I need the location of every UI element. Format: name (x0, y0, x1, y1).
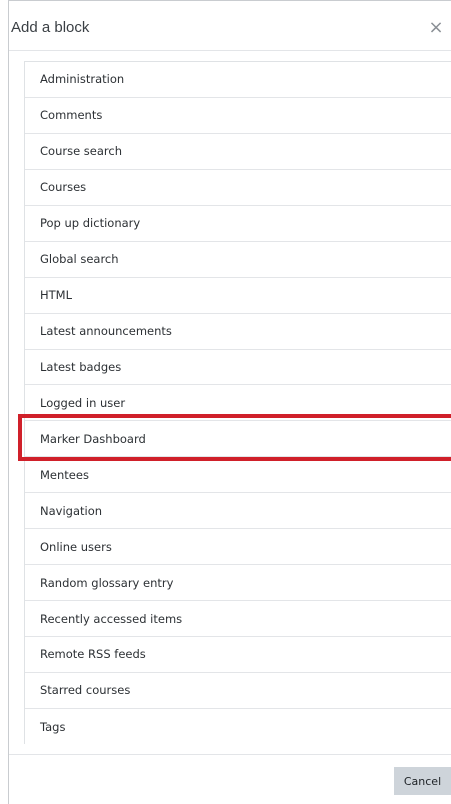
block-item-administration[interactable]: Administration (25, 62, 451, 98)
modal-footer: Cancel (9, 754, 451, 804)
block-item-mentees[interactable]: Mentees (25, 457, 451, 494)
add-block-modal: Add a block × Administration Comments Co… (8, 0, 451, 804)
modal-title: Add a block (11, 19, 90, 36)
close-icon[interactable]: × (425, 15, 447, 41)
block-item-html[interactable]: HTML (25, 277, 451, 314)
block-item-random-glossary-entry[interactable]: Random glossary entry (25, 565, 451, 602)
block-item-navigation[interactable]: Navigation (25, 493, 451, 530)
block-item-comments[interactable]: Comments (25, 97, 451, 134)
block-item-course-search[interactable]: Course search (25, 133, 451, 170)
block-item-global-search[interactable]: Global search (25, 241, 451, 278)
cancel-button[interactable]: Cancel (394, 767, 451, 795)
block-item-tags[interactable]: Tags (25, 708, 451, 745)
modal-header: Add a block × (9, 1, 451, 51)
block-item-marker-dashboard[interactable]: Marker Dashboard (25, 421, 451, 458)
block-item-latest-announcements[interactable]: Latest announcements (25, 313, 451, 350)
block-item-latest-badges[interactable]: Latest badges (25, 349, 451, 386)
block-item-starred-courses[interactable]: Starred courses (25, 672, 451, 709)
block-list: Administration Comments Course search Co… (24, 61, 451, 745)
block-item-courses[interactable]: Courses (25, 169, 451, 206)
block-item-pop-up-dictionary[interactable]: Pop up dictionary (25, 205, 451, 242)
block-item-online-users[interactable]: Online users (25, 529, 451, 566)
block-item-remote-rss-feeds[interactable]: Remote RSS feeds (25, 637, 451, 673)
block-item-logged-in-user[interactable]: Logged in user (25, 385, 451, 422)
modal-body: Administration Comments Course search Co… (9, 51, 451, 754)
block-item-recently-accessed-items[interactable]: Recently accessed items (25, 601, 451, 637)
